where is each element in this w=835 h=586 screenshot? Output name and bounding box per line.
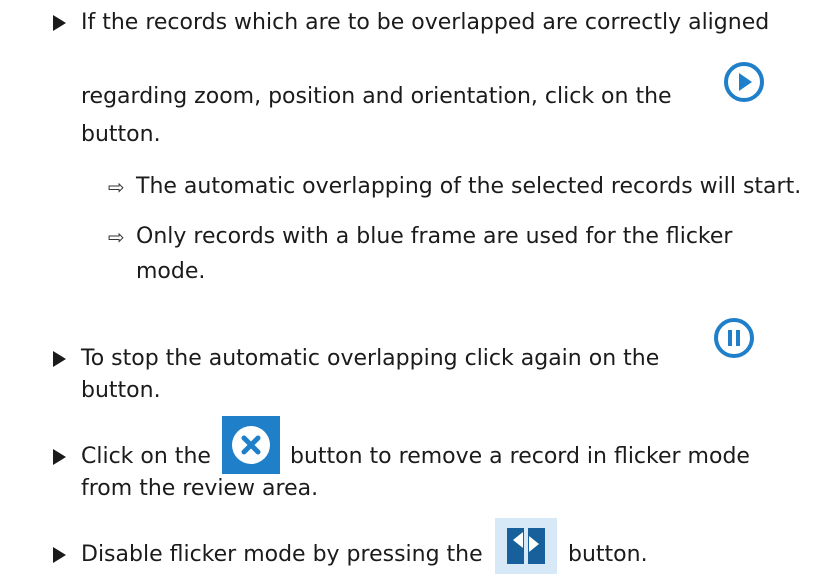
result-text: The automatic overlapping of the selecte… [136, 174, 802, 199]
instruction-text: button. [81, 378, 161, 403]
step-bullet [53, 351, 66, 367]
play-circle-icon[interactable] [718, 56, 770, 108]
instruction-text: button. [81, 122, 161, 147]
step-bullet [53, 547, 66, 563]
result-text: Only records with a blue frame are used … [136, 224, 733, 249]
instruction-text: from the review area. [81, 476, 319, 501]
step-bullet [53, 15, 66, 31]
result-text: mode. [136, 259, 206, 284]
result-arrow-icon: ⇨ [108, 225, 125, 249]
remove-x-icon[interactable] [221, 415, 281, 475]
instruction-text: button to remove a record in flicker mod… [290, 444, 750, 469]
pause-circle-icon[interactable] [708, 312, 760, 364]
instruction-text: If the records which are to be overlappe… [81, 10, 770, 35]
instruction-text: regarding zoom, position and orientation… [81, 84, 672, 109]
instruction-text: Disable flicker mode by pressing the [81, 542, 483, 567]
instruction-text: To stop the automatic overlapping click … [81, 346, 660, 371]
instruction-text: button. [568, 542, 648, 567]
step-bullet [53, 449, 66, 465]
result-arrow-icon: ⇨ [108, 175, 125, 199]
instruction-text: Click on the [81, 444, 211, 469]
flicker-toggle-icon[interactable] [495, 518, 557, 574]
